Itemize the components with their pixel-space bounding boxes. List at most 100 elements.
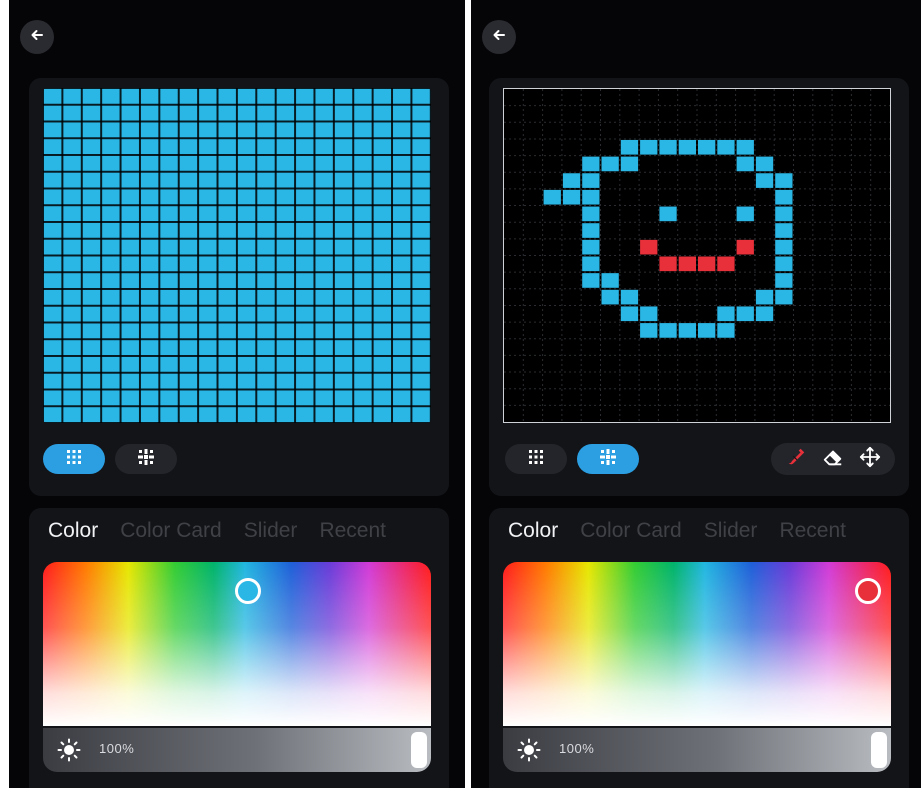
pixel-cyan[interactable]	[717, 139, 735, 155]
brightness-slider[interactable]: 100%	[503, 728, 891, 772]
pixel-cyan[interactable]	[775, 256, 793, 272]
pixel-cyan[interactable]	[775, 206, 793, 222]
pixel-cyan[interactable]	[640, 139, 658, 155]
pixel-cyan[interactable]	[582, 256, 600, 272]
color-tabs: Color Color Card Slider Recent	[497, 518, 901, 544]
pixel-red[interactable]	[698, 256, 716, 272]
pixel-cyan[interactable]	[678, 139, 696, 155]
pixel-cyan[interactable]	[620, 139, 639, 155]
pixel-cyan[interactable]	[620, 156, 639, 172]
tab-color-card[interactable]: Color Card	[109, 518, 233, 544]
pixel-cyan[interactable]	[582, 156, 600, 172]
pixel-cyan[interactable]	[582, 273, 600, 288]
color-picker-card: Color Color Card Slider Recent 100%	[29, 508, 449, 788]
mode-button-grid[interactable]	[505, 444, 567, 474]
paint-brush-icon	[785, 446, 807, 473]
left-panel: Color Color Card Slider Recent 100%	[9, 0, 465, 788]
canvas-card	[489, 78, 909, 496]
pixel-cyan[interactable]	[582, 189, 600, 205]
pixel-cyan[interactable]	[582, 223, 600, 238]
pixel-cyan[interactable]	[717, 323, 735, 338]
brightness-value: 100%	[99, 741, 135, 756]
tab-color-card[interactable]: Color Card	[569, 518, 693, 544]
pixel-cyan[interactable]	[582, 239, 600, 255]
pixel-red[interactable]	[678, 256, 696, 272]
pixel-cyan[interactable]	[620, 306, 639, 322]
pixel-cyan[interactable]	[775, 189, 793, 205]
brightness-handle[interactable]	[871, 732, 887, 768]
pixel-cyan[interactable]	[659, 323, 677, 338]
arrow-left-icon	[29, 27, 45, 48]
tab-recent[interactable]: Recent	[768, 518, 857, 544]
color-picker-card: Color Color Card Slider Recent 100%	[489, 508, 909, 788]
pixel-cyan[interactable]	[698, 139, 716, 155]
pixel-cyan[interactable]	[582, 173, 600, 188]
mode-button-grid[interactable]	[43, 444, 105, 474]
pixel-cyan[interactable]	[736, 156, 754, 172]
arrow-left-icon	[491, 27, 507, 48]
pixel-cyan[interactable]	[562, 189, 581, 205]
tab-recent[interactable]: Recent	[308, 518, 397, 544]
pixel-canvas[interactable]	[43, 88, 431, 423]
pixel-cyan[interactable]	[736, 306, 754, 322]
pixel-red[interactable]	[640, 239, 658, 255]
pixel-red[interactable]	[736, 239, 754, 255]
pixel-cyan[interactable]	[755, 306, 774, 322]
back-button[interactable]	[482, 20, 516, 54]
pixel-cyan[interactable]	[562, 173, 581, 188]
pixel-cyan[interactable]	[775, 273, 793, 288]
pixel-cyan[interactable]	[736, 139, 754, 155]
pixel-cyan[interactable]	[601, 289, 619, 305]
pixel-cyan[interactable]	[678, 323, 696, 338]
grid-dots-icon	[65, 448, 83, 471]
move-tool-button[interactable]	[856, 445, 884, 473]
tab-color[interactable]: Color	[37, 518, 109, 544]
grid-dots-alt-icon	[599, 448, 617, 471]
pixel-red[interactable]	[717, 256, 735, 272]
color-picker-knob[interactable]	[855, 578, 881, 604]
pixel-cyan[interactable]	[543, 189, 561, 205]
right-panel: Color Color Card Slider Recent 100%	[471, 0, 921, 788]
paint-tool-button[interactable]	[782, 445, 810, 473]
brightness-handle[interactable]	[411, 732, 427, 768]
pixel-cyan[interactable]	[698, 323, 716, 338]
back-button[interactable]	[20, 20, 54, 54]
tab-color[interactable]: Color	[497, 518, 569, 544]
grid-dots-alt-icon	[137, 448, 155, 471]
eraser-tool-button[interactable]	[819, 445, 847, 473]
pixel-cyan[interactable]	[640, 323, 658, 338]
pixel-cyan[interactable]	[755, 289, 774, 305]
pixel-cyan[interactable]	[755, 156, 774, 172]
pixel-cyan[interactable]	[582, 206, 600, 222]
pixel-cyan[interactable]	[775, 289, 793, 305]
pixel-red[interactable]	[659, 256, 677, 272]
pixel-cyan[interactable]	[717, 306, 735, 322]
pixel-cyan[interactable]	[775, 239, 793, 255]
color-spectrum[interactable]	[503, 562, 891, 726]
move-icon	[859, 446, 881, 473]
color-spectrum[interactable]	[43, 562, 431, 726]
pixel-cyan[interactable]	[601, 273, 619, 288]
pixel-cyan[interactable]	[640, 306, 658, 322]
pixel-cyan[interactable]	[601, 156, 619, 172]
mode-button-alt[interactable]	[115, 444, 177, 474]
brightness-slider[interactable]: 100%	[43, 728, 431, 772]
brightness-value: 100%	[559, 741, 595, 756]
mode-button-alt[interactable]	[577, 444, 639, 474]
pixel-cyan[interactable]	[659, 206, 677, 222]
pixel-cyan[interactable]	[775, 223, 793, 238]
pixel-cyan[interactable]	[755, 173, 774, 188]
pixel-canvas[interactable]	[503, 88, 891, 423]
pixel-cyan[interactable]	[620, 289, 639, 305]
eraser-icon	[822, 446, 844, 473]
pixel-cyan[interactable]	[736, 206, 754, 222]
tab-slider[interactable]: Slider	[693, 518, 769, 544]
grid-dots-icon	[527, 448, 545, 471]
pixel-cyan[interactable]	[659, 139, 677, 155]
color-picker-knob[interactable]	[235, 578, 261, 604]
color-tabs: Color Color Card Slider Recent	[37, 518, 441, 544]
pixel-cyan[interactable]	[775, 173, 793, 188]
tool-group	[771, 443, 895, 475]
sun-icon	[517, 738, 541, 762]
tab-slider[interactable]: Slider	[233, 518, 309, 544]
